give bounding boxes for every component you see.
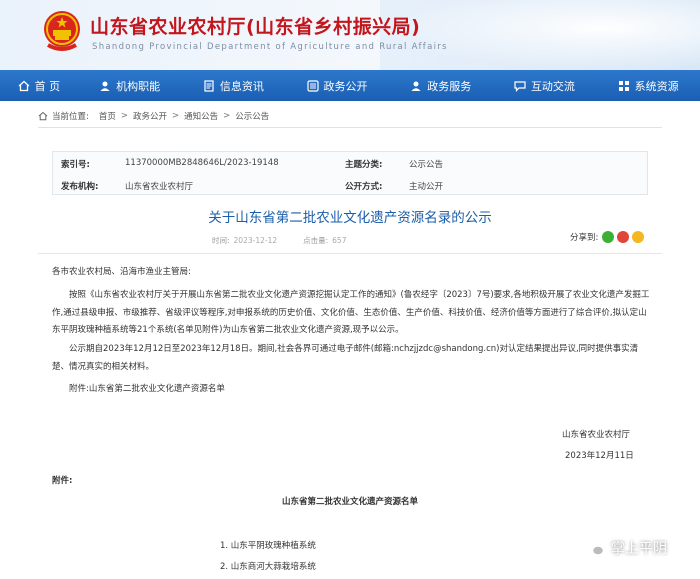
signature-organization: 山东省农业农村厅 xyxy=(562,430,631,440)
breadcrumb-separator: > xyxy=(120,111,129,121)
nav-label: 机构职能 xyxy=(116,79,161,93)
breadcrumb-separator: > xyxy=(223,111,231,121)
watermark: 掌上平阴 xyxy=(585,538,667,558)
breadcrumb-separator: > xyxy=(172,111,180,121)
paragraph: 公示期自2023年12月12日至2023年12月18日。期间,社会各界可通过电子… xyxy=(52,344,639,372)
attachment-link[interactable]: 附件:山东省第二批农业文化遗产资源名单 xyxy=(69,381,225,399)
nav-item-institutions[interactable]: 机构职能 xyxy=(78,70,182,101)
breadcrumb-item-public-affairs[interactable]: 政务公开 xyxy=(133,110,167,122)
breadcrumb-prefix: 当前位置: xyxy=(52,112,89,122)
user-icon xyxy=(100,81,110,91)
nav-item-news[interactable]: 信息资讯 xyxy=(181,70,285,101)
nav-item-public-affairs[interactable]: 政务公开 xyxy=(285,70,389,101)
index-label: 索引号: xyxy=(61,160,90,170)
signature-date: 2023年12月11日 xyxy=(565,451,634,461)
site-header: 山东省农业农村厅(山东省乡村振兴局) Shandong Provincial D… xyxy=(0,0,700,70)
nav-label: 互动交流 xyxy=(530,79,575,93)
divider xyxy=(38,253,662,254)
issuer-label: 发布机构: xyxy=(61,182,99,192)
paragraph: 按照《山东省农业农村厅关于开展山东省第二批农业文化遗产资源挖掘认定工作的通知》(… xyxy=(52,290,650,335)
grid-icon xyxy=(618,80,629,91)
views-label: 点击量: xyxy=(303,236,329,245)
article-info: 时间: 2023-12-12 点击量: 657 xyxy=(212,235,346,246)
list-item: 1. 山东平阴玫瑰种植系统 xyxy=(220,541,316,551)
nav-label: 首 页 xyxy=(34,79,61,93)
list-icon xyxy=(306,79,319,92)
nav-item-interaction[interactable]: 互动交流 xyxy=(493,70,597,101)
attachment-heading: 附件: xyxy=(52,476,73,486)
article-title: 关于山东省第二批农业文化遗产资源名录的公示 xyxy=(208,210,492,226)
breadcrumb-item-notices[interactable]: 通知公告 xyxy=(184,110,218,122)
document-icon xyxy=(204,79,214,92)
nav-item-services[interactable]: 政务服务 xyxy=(389,70,493,101)
main-nav: 首 页 机构职能 信息资讯 政务公开 政务服务 互动交流 系统资源 xyxy=(0,70,700,101)
site-subtitle: Shandong Provincial Department of Agricu… xyxy=(92,42,448,52)
national-emblem-icon xyxy=(44,11,80,51)
breadcrumb: 当前位置: 首页 > 政务公开 > 通知公告 > 公示公告 xyxy=(38,109,269,123)
mode-value: 主动公开 xyxy=(409,182,444,192)
nav-label: 信息资讯 xyxy=(219,79,264,93)
nav-label: 政务公开 xyxy=(323,79,368,93)
mode-label: 公开方式: xyxy=(345,182,383,192)
header-background xyxy=(380,0,700,70)
nav-item-resources[interactable]: 系统资源 xyxy=(596,70,700,101)
nav-label: 系统资源 xyxy=(634,79,679,93)
breadcrumb-item-home[interactable]: 首页 xyxy=(99,110,116,122)
views-value: 657 xyxy=(332,236,347,245)
wechat-icon[interactable] xyxy=(602,231,615,243)
list-title: 山东省第二批农业文化遗产资源名单 xyxy=(281,497,418,507)
wechat-icon xyxy=(585,540,605,556)
chat-icon xyxy=(514,80,526,92)
nav-label: 政务服务 xyxy=(427,79,472,93)
greeting: 各市农业农村局、沿海市渔业主管局: xyxy=(52,267,191,277)
home-icon xyxy=(38,111,48,121)
breadcrumb-item-announcements[interactable]: 公示公告 xyxy=(235,110,269,122)
weibo-icon[interactable] xyxy=(617,231,630,243)
topic-label: 主题分类: xyxy=(345,160,383,170)
watermark-text: 掌上平阴 xyxy=(611,541,667,557)
issuer-value: 山东省农业农村厅 xyxy=(125,182,194,192)
time-value: 2023-12-12 xyxy=(233,236,278,245)
share-label: 分享到: xyxy=(570,233,599,243)
site-title[interactable]: 山东省农业农村厅(山东省乡村振兴局) xyxy=(90,12,420,39)
user-icon xyxy=(411,81,421,91)
nav-item-home[interactable]: 首 页 xyxy=(0,70,78,101)
share-bar: 分享到: xyxy=(570,231,645,243)
time-label: 时间: xyxy=(212,236,230,245)
index-value: 11370000MB2848646L/2023-19148 xyxy=(125,158,279,168)
home-icon xyxy=(18,80,30,91)
list-item: 2. 山东商河大蒜栽培系统 xyxy=(220,562,316,572)
topic-value: 公示公告 xyxy=(409,160,444,170)
qzone-icon[interactable] xyxy=(632,231,645,243)
divider xyxy=(38,127,662,128)
document-meta-table: 索引号: 11370000MB2848646L/2023-19148 主题分类:… xyxy=(52,151,648,195)
